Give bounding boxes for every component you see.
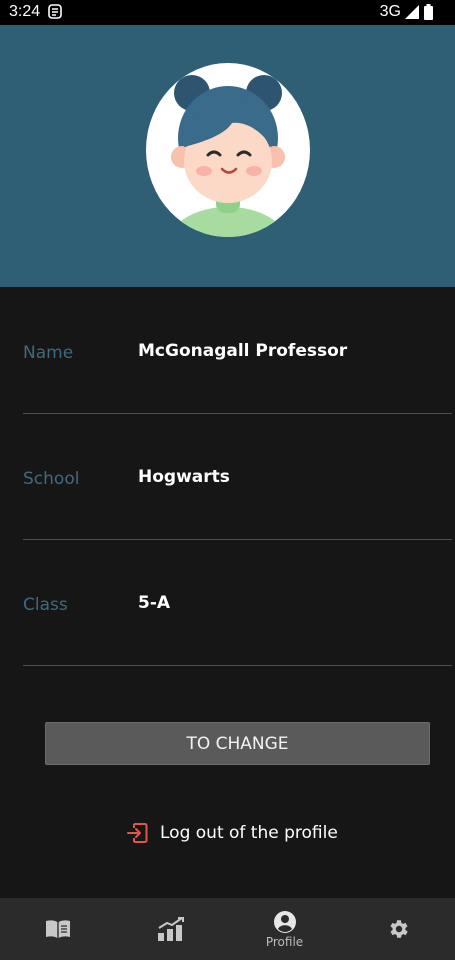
- field-label-name: Name: [23, 343, 74, 363]
- field-class: Class 5-A: [23, 539, 452, 666]
- logout-button[interactable]: Log out of the profile: [126, 822, 338, 844]
- gear-icon: [389, 920, 408, 938]
- status-bar: 3:24 3G: [0, 0, 455, 25]
- field-school: School Hogwarts: [23, 413, 452, 540]
- bottom-nav: Profile: [0, 898, 455, 960]
- signal-icon: [405, 5, 419, 19]
- battery-icon: [424, 4, 433, 20]
- field-name: Name McGonagall Professor: [23, 287, 452, 414]
- profile-header: [0, 25, 455, 287]
- nav-item-lessons[interactable]: [1, 898, 114, 960]
- app-notification-icon: [48, 4, 62, 19]
- nav-label-profile: Profile: [265, 934, 304, 949]
- change-button[interactable]: TO CHANGE: [45, 722, 430, 765]
- logout-label: Log out of the profile: [160, 823, 338, 843]
- field-value-school: Hogwarts: [138, 467, 230, 487]
- book-icon: [45, 920, 70, 938]
- nav-item-profile[interactable]: Profile: [228, 898, 341, 960]
- status-time: 3:24: [9, 3, 41, 20]
- field-value-class: 5-A: [138, 593, 171, 613]
- avatar[interactable]: [146, 63, 310, 237]
- chart-icon: [157, 917, 184, 941]
- field-label-class: Class: [23, 595, 68, 615]
- status-indicators: 3G: [380, 3, 433, 21]
- field-label-school: School: [23, 469, 80, 489]
- account-icon: [273, 910, 296, 933]
- field-value-name: McGonagall Professor: [138, 341, 348, 361]
- avatar-girl-icon: [170, 75, 286, 237]
- logout-icon: [127, 823, 148, 843]
- network-type: 3G: [379, 3, 401, 20]
- nav-item-settings[interactable]: [341, 898, 454, 960]
- nav-item-progress[interactable]: [114, 898, 227, 960]
